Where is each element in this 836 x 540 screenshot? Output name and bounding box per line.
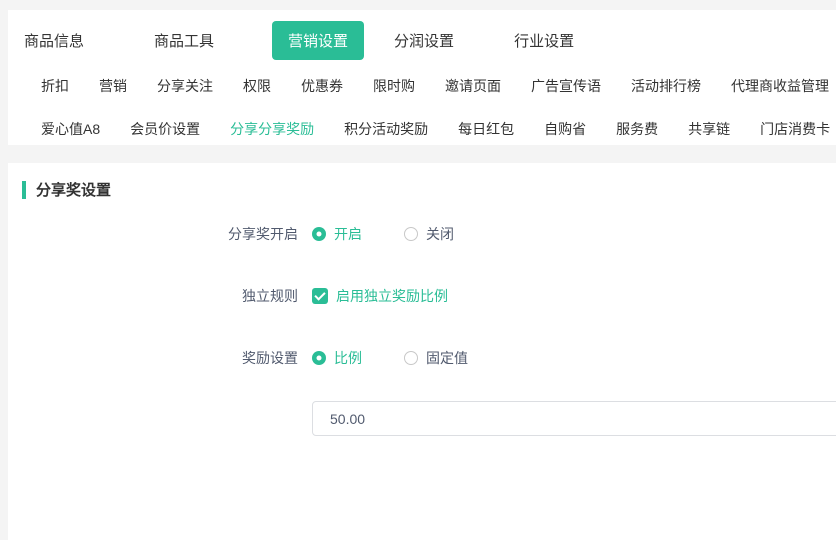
radio-off-label[interactable]: 关闭 (426, 224, 454, 244)
tab-marketing-settings[interactable]: 营销设置 (272, 21, 364, 60)
tab-industry-settings[interactable]: 行业设置 (514, 30, 574, 51)
subtab-member-price[interactable]: 会员价设置 (130, 119, 200, 145)
subtab-marketing[interactable]: 营销 (99, 76, 127, 104)
subtab-points-reward[interactable]: 积分活动奖励 (344, 119, 428, 145)
radio-option-off[interactable]: 关闭 (404, 224, 454, 244)
subtab-store-card[interactable]: 门店消费卡 (760, 119, 830, 145)
tab-product-tools[interactable]: 商品工具 (154, 30, 214, 51)
subtab-invite-page[interactable]: 邀请页面 (445, 76, 501, 104)
section-accent-bar (22, 181, 26, 199)
share-reward-settings-panel: 分享奖设置 分享奖开启 开启 关闭 独立规则 启用独立奖励比例 奖励设置 (8, 163, 836, 540)
independent-rule-row: 独立规则 启用独立奖励比例 (8, 286, 836, 306)
radio-off-icon[interactable] (404, 227, 418, 241)
subtab-activity-rank[interactable]: 活动排行榜 (631, 76, 701, 104)
section-title: 分享奖设置 (36, 179, 111, 200)
radio-on-icon[interactable] (312, 227, 326, 241)
reward-type-label: 奖励设置 (8, 348, 298, 368)
radio-option-ratio[interactable]: 比例 (312, 348, 362, 368)
checkbox-label[interactable]: 启用独立奖励比例 (336, 286, 448, 306)
share-switch-row: 分享奖开启 开启 关闭 (8, 224, 836, 244)
subtab-permission[interactable]: 权限 (243, 76, 271, 104)
subtab-discount[interactable]: 折扣 (41, 76, 69, 104)
checkbox-independent-rule[interactable]: 启用独立奖励比例 (312, 286, 448, 306)
section-header: 分享奖设置 (22, 179, 836, 200)
tab-product-info[interactable]: 商品信息 (24, 30, 84, 51)
subtab-service-fee[interactable]: 服务费 (616, 119, 658, 145)
subtab-share-reward[interactable]: 分享分享奖励 (230, 119, 314, 145)
main-tab-bar: 商品信息 商品工具 营销设置 分润设置 行业设置 (24, 20, 836, 60)
sub-tab-bar-row2: 爱心值A8 会员价设置 分享分享奖励 积分活动奖励 每日红包 自购省 服务费 共… (8, 119, 836, 145)
radio-fixed-icon[interactable] (404, 351, 418, 365)
radio-on-label[interactable]: 开启 (334, 224, 362, 244)
sub-tab-bar-row1: 折扣 营销 分享关注 权限 优惠券 限时购 邀请页面 广告宣传语 活动排行榜 代… (8, 76, 836, 104)
subtab-love-value-a8[interactable]: 爱心值A8 (41, 119, 100, 145)
radio-ratio-icon[interactable] (312, 351, 326, 365)
subtab-share-follow[interactable]: 分享关注 (157, 76, 213, 104)
radio-ratio-label[interactable]: 比例 (334, 348, 362, 368)
subtab-ad-slogan[interactable]: 广告宣传语 (531, 76, 601, 104)
subtab-agent-revenue[interactable]: 代理商收益管理 (731, 76, 829, 104)
subtab-coupon[interactable]: 优惠券 (301, 76, 343, 104)
reward-type-row: 奖励设置 比例 固定值 (8, 348, 836, 368)
reward-ratio-input[interactable] (312, 401, 836, 436)
share-switch-label: 分享奖开启 (8, 224, 298, 244)
independent-rule-label: 独立规则 (8, 286, 298, 306)
checkbox-checked-icon[interactable] (312, 288, 328, 304)
tab-profit-settings[interactable]: 分润设置 (394, 30, 454, 51)
subtab-daily-redpacket[interactable]: 每日红包 (458, 119, 514, 145)
subtab-shared-chain[interactable]: 共享链 (688, 119, 730, 145)
tabs-panel: 商品信息 商品工具 营销设置 分润设置 行业设置 折扣 营销 分享关注 权限 优… (8, 10, 836, 145)
radio-option-fixed[interactable]: 固定值 (404, 348, 468, 368)
subtab-flash-sale[interactable]: 限时购 (373, 76, 415, 104)
radio-fixed-label[interactable]: 固定值 (426, 348, 468, 368)
subtab-self-purchase[interactable]: 自购省 (544, 119, 586, 145)
radio-option-on[interactable]: 开启 (312, 224, 362, 244)
